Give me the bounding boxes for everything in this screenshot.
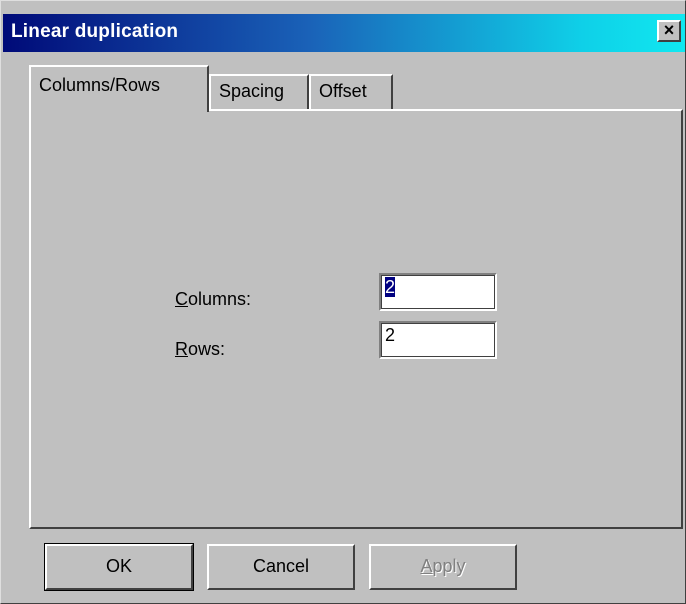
tab-spacing[interactable]: Spacing: [209, 74, 309, 110]
close-button[interactable]: ×: [657, 20, 681, 42]
rows-label: Rows:: [175, 339, 226, 359]
tab-label: Spacing: [219, 81, 285, 101]
tab-columns-rows[interactable]: Columns/Rows: [29, 65, 209, 112]
tab-panel-columns-rows: Columns: 2 Rows: 2: [29, 109, 683, 529]
apply-button[interactable]: Apply: [369, 544, 517, 590]
columns-input[interactable]: 2: [379, 273, 497, 311]
dialog-window: Linear duplication × Columns/Rows Spacin…: [0, 0, 686, 604]
rows-input[interactable]: 2: [379, 321, 497, 359]
ok-button[interactable]: OK: [44, 543, 194, 591]
rows-value: 2: [385, 325, 396, 345]
tab-label: Offset: [319, 81, 367, 101]
cancel-button[interactable]: Cancel: [207, 544, 355, 590]
close-icon: ×: [663, 20, 675, 40]
window-title: Linear duplication: [11, 21, 179, 42]
columns-label: Columns:: [175, 289, 252, 309]
tab-offset[interactable]: Offset: [309, 74, 393, 110]
title-bar[interactable]: Linear duplication ×: [3, 14, 685, 52]
columns-value: 2: [385, 277, 396, 297]
tab-label: Columns/Rows: [39, 75, 161, 95]
